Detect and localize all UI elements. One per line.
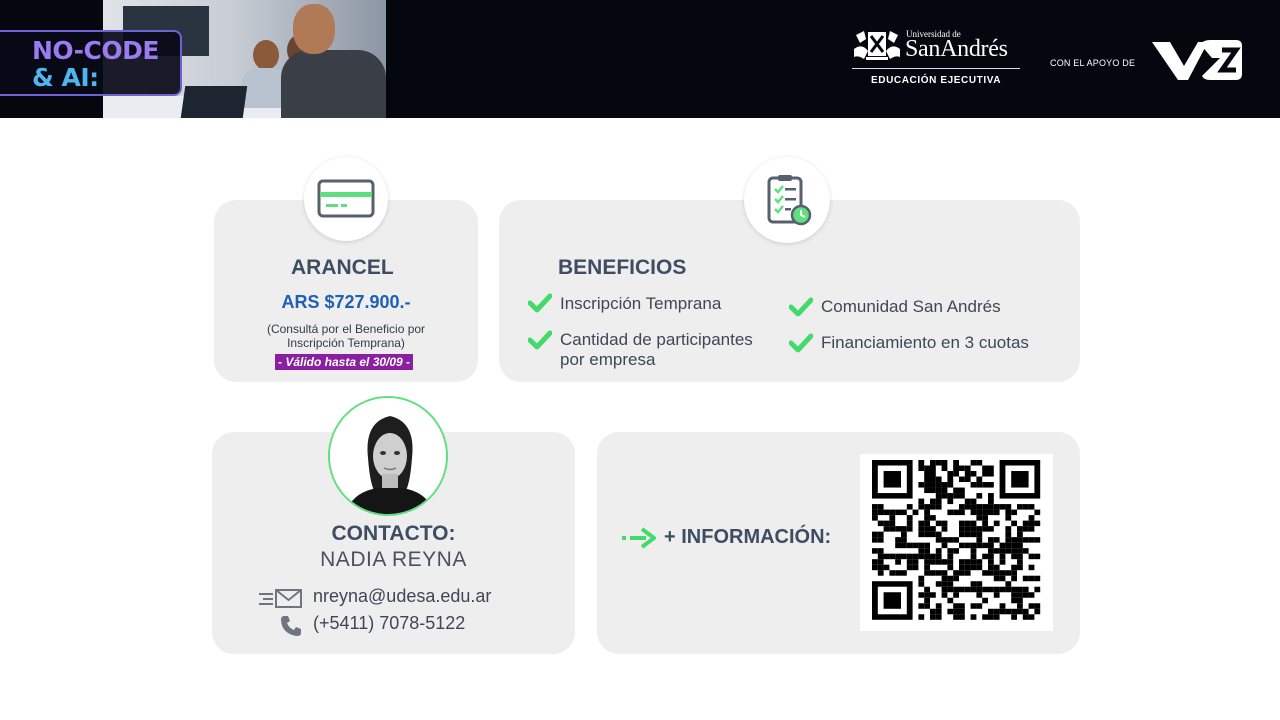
support-text: CON EL APOYO DE: [1050, 58, 1136, 68]
check-icon: [528, 330, 552, 350]
contact-email[interactable]: nreyna@udesa.edu.ar: [313, 586, 491, 607]
beneficio-item-1: Inscripción Temprana: [560, 294, 722, 313]
udesa-logo: Universidad de SanAndrés EDUCACIÓN EJECU…: [852, 26, 1022, 92]
info-label: + INFORMACIÓN:: [664, 526, 832, 548]
arancel-price: ARS $727.900.-: [281, 292, 411, 312]
contacto-title: CONTACTO:: [331, 522, 456, 545]
email-icon: [259, 589, 302, 608]
header-banner: NO-CODE & AI: Universidad de SanAndrés E…: [0, 0, 1280, 118]
beneficio-item-4: Financiamiento en 3 cuotas: [821, 333, 1029, 352]
arancel-note-line-1: (Consultá por el Beneficio por: [266, 322, 426, 336]
check-icon: [528, 293, 552, 313]
arrow-right-icon: [622, 527, 656, 549]
contact-photo: [330, 398, 446, 514]
badge-line-1: NO-CODE: [32, 36, 159, 65]
beneficio-item-2-line-2: por empresa: [560, 350, 656, 369]
beneficios-icon-circle: [744, 157, 830, 243]
arancel-note: (Consultá por el Beneficio por Inscripci…: [214, 322, 478, 350]
arancel-icon-circle: [304, 157, 388, 241]
nocode-ai-badge: NO-CODE & AI:: [0, 30, 182, 96]
beneficio-item-3: Comunidad San Andrés: [821, 297, 1001, 316]
check-icon: [789, 297, 813, 317]
arancel-note-line-2: Inscripción Temprana): [287, 336, 405, 350]
university-unit: EDUCACIÓN EJECUTIVA: [871, 75, 1002, 86]
contact-phone[interactable]: (+5411) 7078-5122: [313, 613, 465, 634]
beneficios-title: BENEFICIOS: [558, 256, 687, 279]
beneficio-item-2-line-1: Cantidad de participantes: [560, 330, 753, 349]
check-icon: [789, 333, 813, 353]
badge-line-2: & AI:: [32, 63, 99, 92]
vt-partner-logo: [1152, 40, 1242, 80]
valid-until-badge: - Válido hasta el 30/09 -: [275, 354, 414, 370]
contact-avatar: [328, 396, 448, 516]
contact-name: NADIA REYNA: [320, 548, 467, 571]
phone-icon: [281, 616, 301, 636]
beneficio-item-2: Cantidad de participantes por empresa: [560, 330, 753, 370]
checklist-clock-icon: [767, 175, 812, 226]
qr-code-icon: [872, 460, 1041, 620]
arancel-title: ARANCEL: [291, 256, 394, 279]
university-crest-icon: [854, 31, 900, 60]
university-name: SanAndrés: [905, 36, 1008, 62]
credit-card-icon: [317, 179, 375, 218]
qr-code[interactable]: [860, 454, 1053, 631]
